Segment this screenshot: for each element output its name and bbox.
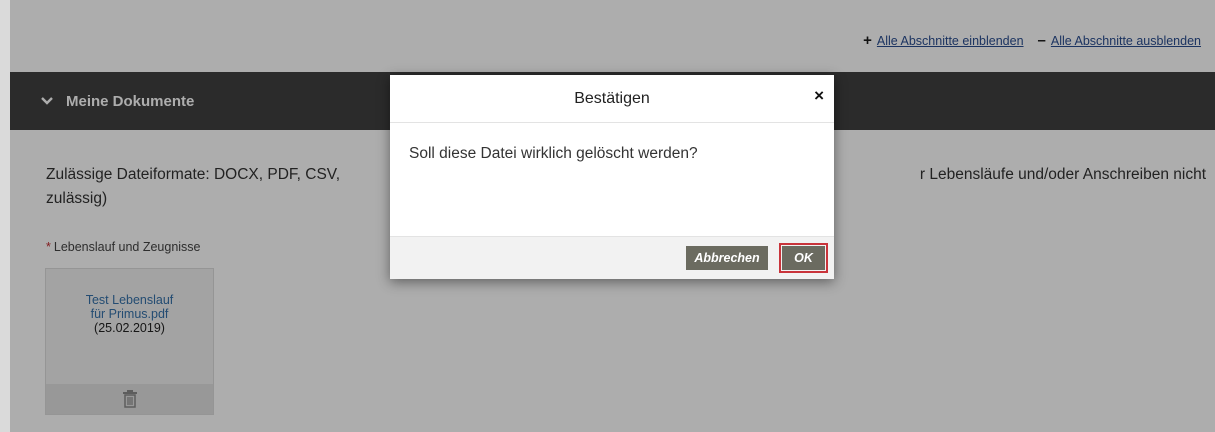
dialog-header: Bestätigen × — [390, 75, 834, 123]
close-icon[interactable]: × — [814, 86, 824, 106]
dialog-footer: Abbrechen OK — [390, 236, 834, 279]
overlay-left-strip — [0, 0, 10, 432]
cancel-button[interactable]: Abbrechen — [686, 246, 768, 270]
dialog-message: Soll diese Datei wirklich gelöscht werde… — [409, 145, 698, 162]
dialog-title: Bestätigen — [574, 90, 650, 107]
confirm-dialog: Bestätigen × Soll diese Datei wirklich g… — [390, 75, 834, 279]
ok-button[interactable]: OK — [779, 243, 828, 273]
page: + Alle Abschnitte einblenden – Alle Absc… — [0, 0, 1215, 432]
